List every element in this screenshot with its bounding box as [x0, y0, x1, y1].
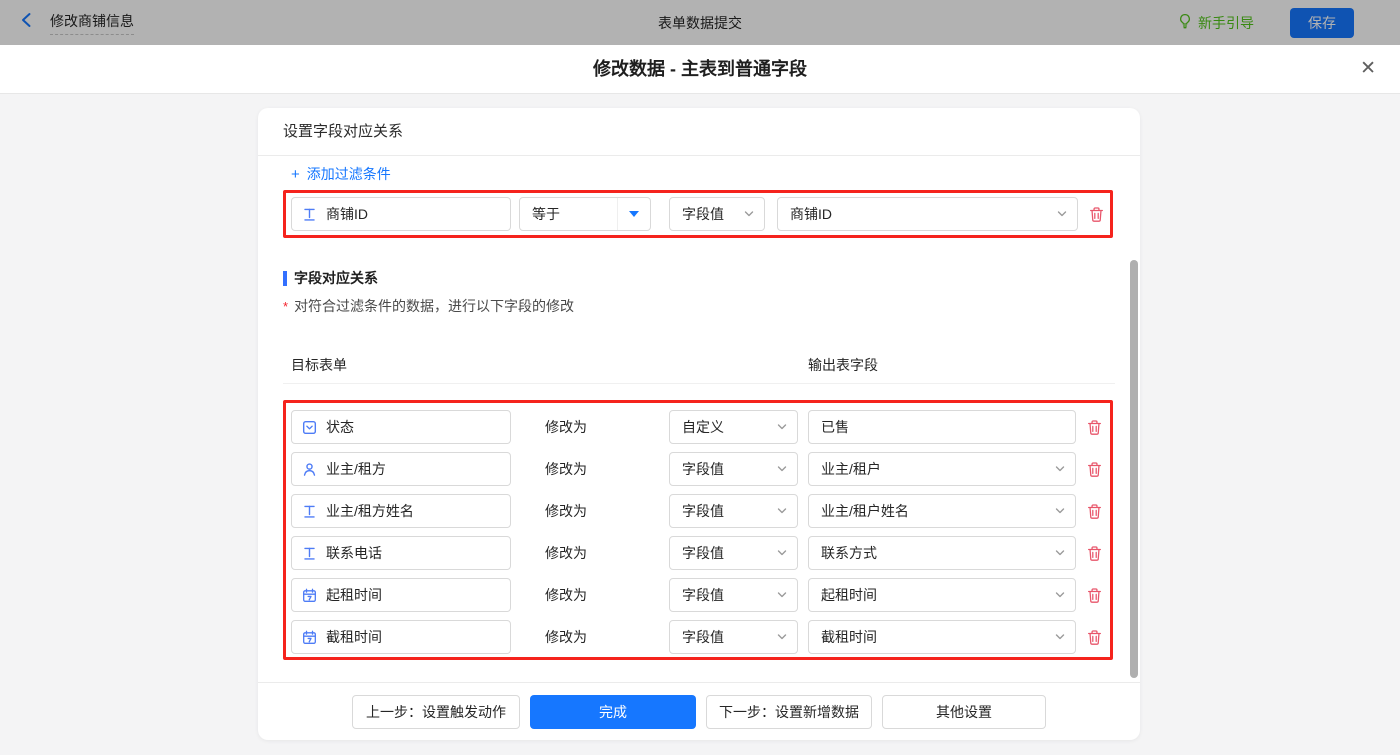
app-top-bar: 修改商铺信息 表单数据提交 新手引导 保存 — [0, 0, 1400, 45]
target-field-input[interactable]: 起租时间 — [291, 578, 511, 612]
page-title: 表单数据提交 — [658, 14, 742, 31]
mapping-row: 起租时间 修改为 字段值 起租时间 — [291, 578, 1110, 612]
section-accent-bar — [283, 270, 287, 286]
delete-row-button[interactable] — [1086, 503, 1103, 520]
filter-operator-select[interactable]: 等于 — [519, 197, 651, 231]
text-field-icon — [302, 207, 317, 222]
value-type-select[interactable]: 自定义 — [669, 410, 798, 444]
mapping-row: 联系电话 修改为 字段值 联系方式 — [291, 536, 1110, 570]
chevron-down-icon — [1056, 208, 1077, 220]
delete-filter-button[interactable] — [1088, 206, 1105, 223]
save-button[interactable]: 保存 — [1290, 7, 1354, 38]
back-button[interactable] — [18, 11, 36, 34]
panel-title: 设置字段对应关系 — [258, 108, 1140, 156]
mapping-rows-highlight: 状态 修改为 自定义 已售 业主/租方 修改为 字段值 业主/租户 业主/租方姓… — [283, 400, 1113, 660]
close-icon[interactable]: ✕ — [1360, 56, 1376, 82]
target-field-input[interactable]: 状态 — [291, 410, 511, 444]
column-output-field: 输出表字段 — [808, 357, 878, 373]
output-field-select[interactable]: 业主/租户姓名 — [808, 494, 1076, 528]
modify-to-label: 修改为 — [545, 545, 587, 561]
dialog-title: 修改数据 - 主表到普通字段 — [593, 59, 807, 79]
value-type-select[interactable]: 字段值 — [669, 494, 798, 528]
field-mapping-panel: 设置字段对应关系 + 添加过滤条件 商铺ID 等于 字段值 商铺ID 字段对应关… — [258, 108, 1140, 740]
chevron-down-icon — [1054, 463, 1075, 475]
prev-step-button[interactable]: 上一步：设置触发动作 — [352, 694, 520, 729]
chevron-down-icon — [1054, 589, 1075, 601]
lightbulb-icon — [1177, 13, 1193, 32]
mapping-description: * 对符合过滤条件的数据，进行以下字段的修改 — [283, 298, 575, 314]
modify-to-label: 修改为 — [545, 461, 587, 477]
output-field-select[interactable]: 联系方式 — [808, 536, 1076, 570]
chevron-down-icon — [743, 208, 764, 220]
delete-row-button[interactable] — [1086, 545, 1103, 562]
column-headers: 目标表单 输出表字段 — [291, 355, 1090, 375]
date-field-icon — [302, 588, 317, 603]
panel-scroll-area: + 添加过滤条件 商铺ID 等于 字段值 商铺ID 字段对应关系 * 对符合过滤… — [258, 156, 1140, 682]
mapping-section-title: 字段对应关系 — [283, 268, 378, 288]
modify-to-label: 修改为 — [545, 587, 587, 603]
value-type-select[interactable]: 字段值 — [669, 620, 798, 654]
filter-condition-row-highlight: 商铺ID 等于 字段值 商铺ID — [283, 190, 1113, 238]
target-field-input[interactable]: 联系电话 — [291, 536, 511, 570]
target-field-input[interactable]: 业主/租方 — [291, 452, 511, 486]
panel-footer: 上一步：设置触发动作 完成 下一步：设置新增数据 其他设置 — [258, 682, 1140, 740]
dropdown-caret-icon — [617, 198, 650, 230]
mapping-row: 截租时间 修改为 字段值 截租时间 — [291, 620, 1110, 654]
value-type-select[interactable]: 字段值 — [669, 536, 798, 570]
chevron-down-icon — [776, 547, 797, 559]
delete-row-button[interactable] — [1086, 461, 1103, 478]
chevron-down-icon — [1054, 631, 1075, 643]
mapping-row: 业主/租方姓名 修改为 字段值 业主/租户姓名 — [291, 494, 1110, 528]
chevron-down-icon — [1054, 505, 1075, 517]
chevron-down-icon — [776, 589, 797, 601]
delete-row-button[interactable] — [1086, 629, 1103, 646]
vertical-scrollbar-thumb[interactable] — [1130, 260, 1138, 678]
divider — [283, 383, 1115, 384]
add-filter-condition-link[interactable]: + 添加过滤条件 — [291, 164, 391, 184]
dialog-body: 设置字段对应关系 + 添加过滤条件 商铺ID 等于 字段值 商铺ID 字段对应关… — [0, 94, 1400, 755]
chevron-down-icon — [1054, 547, 1075, 559]
dialog-header: 修改数据 - 主表到普通字段 ✕ — [0, 45, 1400, 94]
delete-row-button[interactable] — [1086, 587, 1103, 604]
custom-value-input[interactable]: 已售 — [808, 410, 1076, 444]
next-step-button[interactable]: 下一步：设置新增数据 — [706, 694, 872, 729]
select-field-icon — [302, 420, 317, 435]
target-field-input[interactable]: 截租时间 — [291, 620, 511, 654]
column-target-form: 目标表单 — [291, 357, 347, 373]
output-field-select[interactable]: 截租时间 — [808, 620, 1076, 654]
mapping-row: 状态 修改为 自定义 已售 — [291, 410, 1110, 444]
target-field-input[interactable]: 业主/租方姓名 — [291, 494, 511, 528]
chevron-down-icon — [776, 505, 797, 517]
required-asterisk: * — [283, 299, 289, 314]
modify-to-label: 修改为 — [545, 629, 587, 645]
back-chevron-icon — [18, 11, 36, 34]
filter-field-input[interactable]: 商铺ID — [291, 197, 511, 231]
date-field-icon — [302, 630, 317, 645]
output-field-select[interactable]: 起租时间 — [808, 578, 1076, 612]
plus-icon: + — [291, 166, 300, 183]
mapping-row: 业主/租方 修改为 字段值 业主/租户 — [291, 452, 1110, 486]
text-field-icon — [302, 546, 317, 561]
modify-to-label: 修改为 — [545, 419, 587, 435]
done-button[interactable]: 完成 — [530, 694, 696, 729]
beginner-guide-link[interactable]: 新手引导 — [1177, 13, 1254, 33]
user-field-icon — [302, 462, 317, 477]
delete-row-button[interactable] — [1086, 419, 1103, 436]
chevron-down-icon — [776, 421, 797, 433]
chevron-down-icon — [776, 631, 797, 643]
add-field-link[interactable] — [291, 326, 298, 343]
output-field-select[interactable]: 业主/租户 — [808, 452, 1076, 486]
text-field-icon — [302, 504, 317, 519]
filter-value-type-select[interactable]: 字段值 — [669, 197, 765, 231]
chevron-down-icon — [776, 463, 797, 475]
value-type-select[interactable]: 字段值 — [669, 452, 798, 486]
value-type-select[interactable]: 字段值 — [669, 578, 798, 612]
other-settings-button[interactable]: 其他设置 — [882, 694, 1046, 729]
filter-value-field-select[interactable]: 商铺ID — [777, 197, 1078, 231]
modify-to-label: 修改为 — [545, 503, 587, 519]
form-name-title[interactable]: 修改商铺信息 — [50, 11, 134, 35]
